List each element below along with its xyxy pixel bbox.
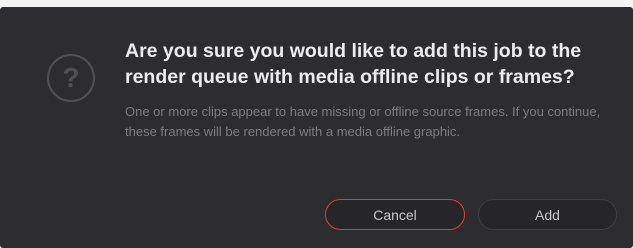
- dialog-title: Are you sure you would like to add this …: [125, 40, 582, 88]
- cancel-button-label: Cancel: [373, 206, 417, 223]
- cancel-button[interactable]: Cancel: [325, 199, 465, 230]
- dialog-message: One or more clips appear to have missing…: [125, 104, 601, 139]
- add-button[interactable]: Add: [478, 199, 617, 230]
- question-mark-icon: ?: [47, 54, 95, 102]
- add-button-label: Add: [535, 206, 560, 223]
- confirmation-dialog: ? Are you sure you would like to add thi…: [0, 7, 633, 248]
- question-mark-glyph: ?: [62, 61, 80, 93]
